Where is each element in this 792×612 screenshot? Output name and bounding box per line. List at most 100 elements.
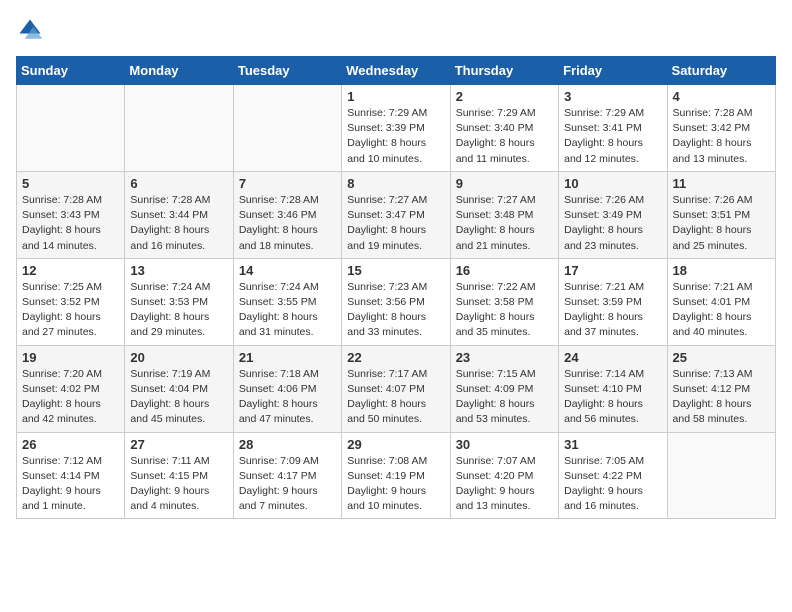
day-number: 22 (347, 350, 444, 365)
day-number: 13 (130, 263, 227, 278)
day-info: Sunrise: 7:25 AM Sunset: 3:52 PM Dayligh… (22, 280, 119, 341)
day-info: Sunrise: 7:19 AM Sunset: 4:04 PM Dayligh… (130, 367, 227, 428)
calendar-cell (125, 85, 233, 172)
day-number: 23 (456, 350, 553, 365)
calendar-cell: 17 Sunrise: 7:21 AM Sunset: 3:59 PM Dayli… (559, 258, 667, 345)
calendar-cell: 8Sunrise: 7:27 AM Sunset: 3:47 PM Daylig… (342, 171, 450, 258)
calendar-cell: 16 Sunrise: 7:22 AM Sunset: 3:58 PM Dayli… (450, 258, 558, 345)
day-number: 31 (564, 437, 661, 452)
calendar-cell: 31 Sunrise: 7:05 AM Sunset: 4:22 PM Dayli… (559, 432, 667, 519)
day-number: 12 (22, 263, 119, 278)
calendar-cell: 6 Sunrise: 7:28 AM Sunset: 3:44 PM Daylig… (125, 171, 233, 258)
calendar-cell: 24 Sunrise: 7:14 AM Sunset: 4:10 PM Dayli… (559, 345, 667, 432)
day-number: 5 (22, 176, 119, 191)
calendar-cell: 7 Sunrise: 7:28 AM Sunset: 3:46 PM Daylig… (233, 171, 341, 258)
day-info: Sunrise: 7:20 AM Sunset: 4:02 PM Dayligh… (22, 367, 119, 428)
calendar-table: SundayMondayTuesdayWednesdayThursdayFrid… (16, 56, 776, 519)
day-info: Sunrise: 7:09 AM Sunset: 4:17 PM Dayligh… (239, 454, 336, 515)
day-info: Sunrise: 7:13 AM Sunset: 4:12 PM Dayligh… (673, 367, 770, 428)
calendar-header-row: SundayMondayTuesdayWednesdayThursdayFrid… (17, 57, 776, 85)
header-saturday: Saturday (667, 57, 775, 85)
day-info: Sunrise: 7:21 AM Sunset: 4:01 PM Dayligh… (673, 280, 770, 341)
day-info: Sunrise: 7:08 AM Sunset: 4:19 PM Dayligh… (347, 454, 444, 515)
day-number: 3 (564, 89, 661, 104)
day-number: 24 (564, 350, 661, 365)
calendar-cell: 12 Sunrise: 7:25 AM Sunset: 3:52 PM Dayli… (17, 258, 125, 345)
day-number: 17 (564, 263, 661, 278)
day-info: Sunrise: 7:18 AM Sunset: 4:06 PM Dayligh… (239, 367, 336, 428)
day-info: Sunrise: 7:21 AM Sunset: 3:59 PM Dayligh… (564, 280, 661, 341)
calendar-cell (667, 432, 775, 519)
calendar-cell: 26Sunrise: 7:12 AM Sunset: 4:14 PM Dayli… (17, 432, 125, 519)
day-info: Sunrise: 7:05 AM Sunset: 4:22 PM Dayligh… (564, 454, 661, 515)
calendar-cell: 10 Sunrise: 7:26 AM Sunset: 3:49 PM Dayli… (559, 171, 667, 258)
calendar-cell: 20 Sunrise: 7:19 AM Sunset: 4:04 PM Dayli… (125, 345, 233, 432)
week-row-4: 19 Sunrise: 7:20 AM Sunset: 4:02 PM Dayli… (17, 345, 776, 432)
day-info: Sunrise: 7:07 AM Sunset: 4:20 PM Dayligh… (456, 454, 553, 515)
day-info: Sunrise: 7:22 AM Sunset: 3:58 PM Dayligh… (456, 280, 553, 341)
calendar-cell: 28 Sunrise: 7:09 AM Sunset: 4:17 PM Dayli… (233, 432, 341, 519)
logo (16, 16, 48, 44)
day-number: 8 (347, 176, 444, 191)
header-sunday: Sunday (17, 57, 125, 85)
day-info: Sunrise: 7:28 AM Sunset: 3:42 PM Dayligh… (673, 106, 770, 167)
day-number: 30 (456, 437, 553, 452)
week-row-5: 26Sunrise: 7:12 AM Sunset: 4:14 PM Dayli… (17, 432, 776, 519)
day-number: 16 (456, 263, 553, 278)
day-number: 20 (130, 350, 227, 365)
week-row-3: 12 Sunrise: 7:25 AM Sunset: 3:52 PM Dayli… (17, 258, 776, 345)
day-number: 15 (347, 263, 444, 278)
calendar-cell: 14Sunrise: 7:24 AM Sunset: 3:55 PM Dayli… (233, 258, 341, 345)
day-number: 18 (673, 263, 770, 278)
day-info: Sunrise: 7:11 AM Sunset: 4:15 PM Dayligh… (130, 454, 227, 515)
day-info: Sunrise: 7:28 AM Sunset: 3:46 PM Dayligh… (239, 193, 336, 254)
day-number: 25 (673, 350, 770, 365)
calendar-cell (17, 85, 125, 172)
header-friday: Friday (559, 57, 667, 85)
calendar-cell: 19 Sunrise: 7:20 AM Sunset: 4:02 PM Dayli… (17, 345, 125, 432)
day-number: 28 (239, 437, 336, 452)
calendar-cell: 1 Sunrise: 7:29 AM Sunset: 3:39 PM Daylig… (342, 85, 450, 172)
calendar-cell: 29 Sunrise: 7:08 AM Sunset: 4:19 PM Dayli… (342, 432, 450, 519)
day-info: Sunrise: 7:14 AM Sunset: 4:10 PM Dayligh… (564, 367, 661, 428)
calendar-cell: 22 Sunrise: 7:17 AM Sunset: 4:07 PM Dayli… (342, 345, 450, 432)
calendar-cell: 30 Sunrise: 7:07 AM Sunset: 4:20 PM Dayli… (450, 432, 558, 519)
week-row-1: 1 Sunrise: 7:29 AM Sunset: 3:39 PM Daylig… (17, 85, 776, 172)
week-row-2: 5 Sunrise: 7:28 AM Sunset: 3:43 PM Daylig… (17, 171, 776, 258)
day-number: 7 (239, 176, 336, 191)
day-info: Sunrise: 7:27 AM Sunset: 3:48 PM Dayligh… (456, 193, 553, 254)
day-info: Sunrise: 7:24 AM Sunset: 3:53 PM Dayligh… (130, 280, 227, 341)
day-number: 6 (130, 176, 227, 191)
calendar-cell: 4 Sunrise: 7:28 AM Sunset: 3:42 PM Daylig… (667, 85, 775, 172)
day-info: Sunrise: 7:28 AM Sunset: 3:43 PM Dayligh… (22, 193, 119, 254)
day-number: 4 (673, 89, 770, 104)
day-info: Sunrise: 7:28 AM Sunset: 3:44 PM Dayligh… (130, 193, 227, 254)
day-info: Sunrise: 7:17 AM Sunset: 4:07 PM Dayligh… (347, 367, 444, 428)
day-info: Sunrise: 7:26 AM Sunset: 3:51 PM Dayligh… (673, 193, 770, 254)
calendar-cell: 23Sunrise: 7:15 AM Sunset: 4:09 PM Dayli… (450, 345, 558, 432)
day-info: Sunrise: 7:24 AM Sunset: 3:55 PM Dayligh… (239, 280, 336, 341)
calendar-cell: 21 Sunrise: 7:18 AM Sunset: 4:06 PM Dayli… (233, 345, 341, 432)
header-monday: Monday (125, 57, 233, 85)
day-info: Sunrise: 7:12 AM Sunset: 4:14 PM Dayligh… (22, 454, 119, 515)
calendar-cell: 27 Sunrise: 7:11 AM Sunset: 4:15 PM Dayli… (125, 432, 233, 519)
day-info: Sunrise: 7:29 AM Sunset: 3:39 PM Dayligh… (347, 106, 444, 167)
day-number: 21 (239, 350, 336, 365)
day-number: 29 (347, 437, 444, 452)
calendar-cell: 2Sunrise: 7:29 AM Sunset: 3:40 PM Daylig… (450, 85, 558, 172)
header-wednesday: Wednesday (342, 57, 450, 85)
day-info: Sunrise: 7:29 AM Sunset: 3:40 PM Dayligh… (456, 106, 553, 167)
day-number: 10 (564, 176, 661, 191)
page-header (16, 16, 776, 44)
day-number: 1 (347, 89, 444, 104)
calendar-cell: 9 Sunrise: 7:27 AM Sunset: 3:48 PM Daylig… (450, 171, 558, 258)
day-number: 27 (130, 437, 227, 452)
day-info: Sunrise: 7:26 AM Sunset: 3:49 PM Dayligh… (564, 193, 661, 254)
calendar-cell: 3 Sunrise: 7:29 AM Sunset: 3:41 PM Daylig… (559, 85, 667, 172)
day-number: 9 (456, 176, 553, 191)
calendar-cell: 13 Sunrise: 7:24 AM Sunset: 3:53 PM Dayli… (125, 258, 233, 345)
day-info: Sunrise: 7:29 AM Sunset: 3:41 PM Dayligh… (564, 106, 661, 167)
day-info: Sunrise: 7:23 AM Sunset: 3:56 PM Dayligh… (347, 280, 444, 341)
day-number: 19 (22, 350, 119, 365)
calendar-cell: 18 Sunrise: 7:21 AM Sunset: 4:01 PM Dayli… (667, 258, 775, 345)
